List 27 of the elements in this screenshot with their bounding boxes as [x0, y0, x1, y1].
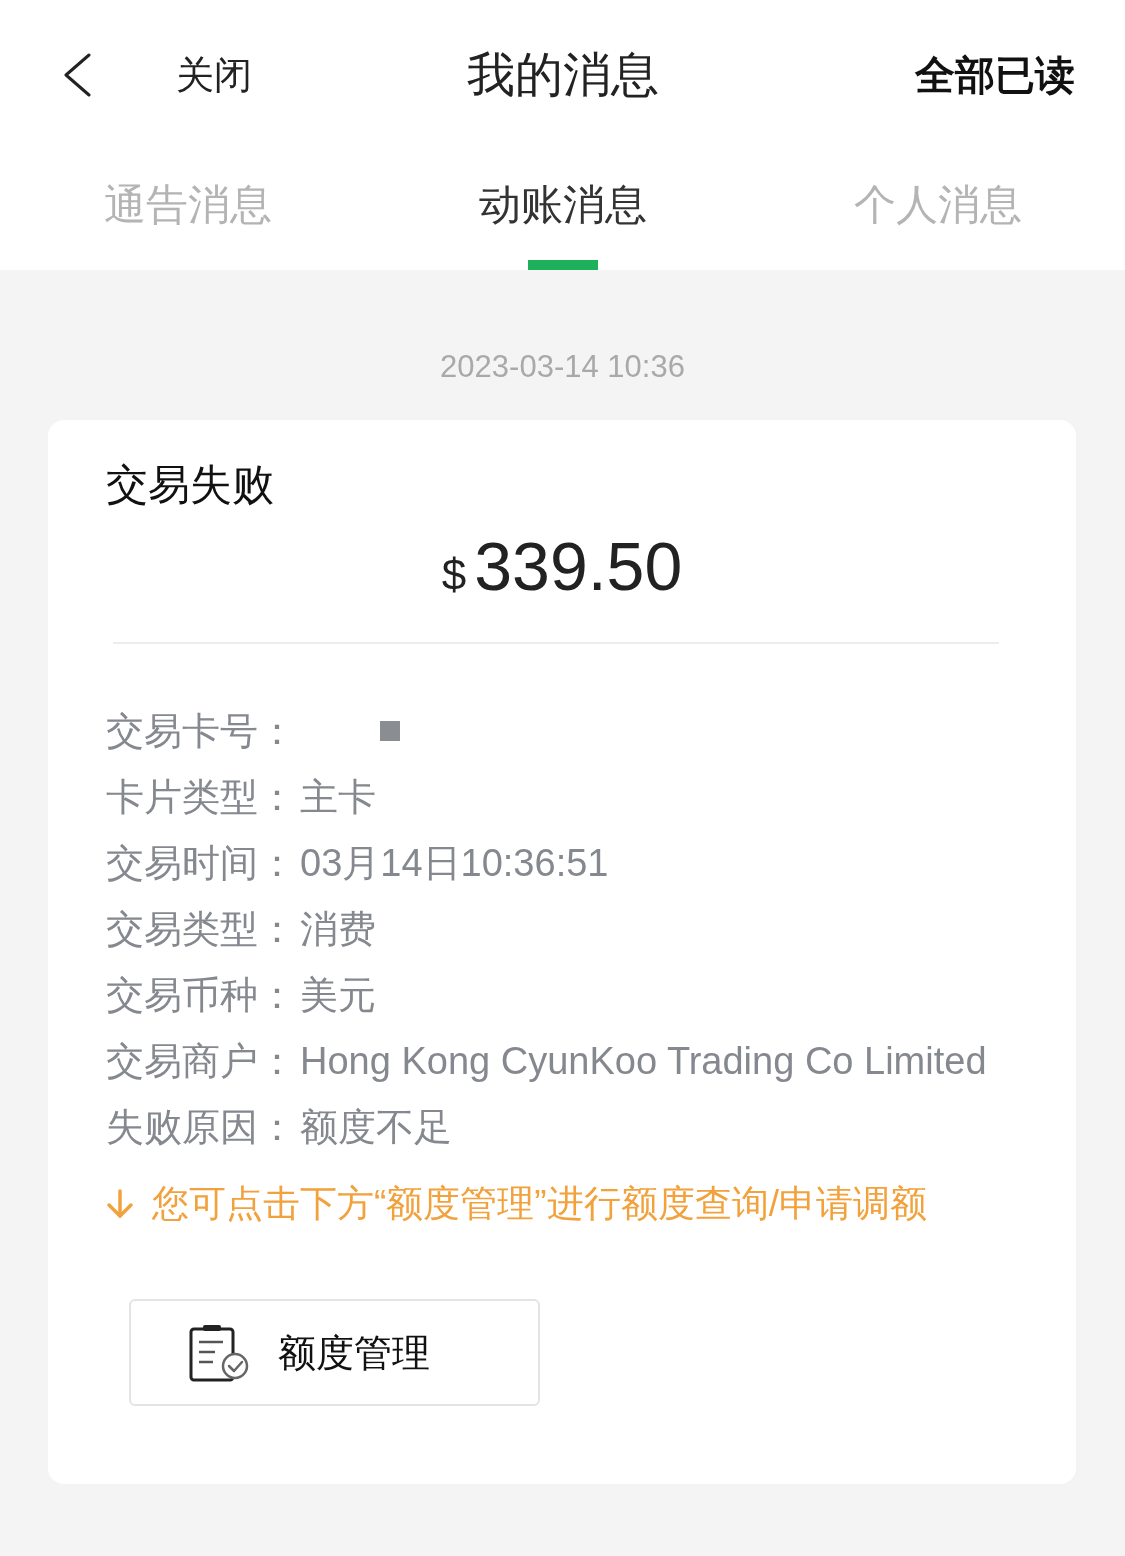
detail-value: 美元: [300, 972, 376, 1018]
clipboard-check-icon: [189, 1323, 249, 1382]
detail-label: 交易时间：: [106, 840, 297, 886]
detail-label: 交易卡号：: [106, 708, 297, 754]
card-title: 交易失败: [106, 460, 274, 510]
currency-symbol: $: [441, 549, 467, 601]
hint-text: 您可点击下方“额度管理”进行额度查询/申请调额: [152, 1182, 927, 1226]
arrow-down-icon: [106, 1189, 134, 1219]
detail-label: 失败原因：: [106, 1104, 297, 1150]
amount-value: 339.50: [474, 527, 683, 606]
close-button[interactable]: 关闭: [176, 52, 252, 98]
limit-management-button[interactable]: 额度管理: [129, 1299, 540, 1406]
tab[interactable]: 动账消息: [478, 180, 647, 230]
detail-label: 交易币种：: [106, 972, 297, 1018]
detail-value: 额度不足: [300, 1104, 452, 1150]
card-number-mask: [380, 721, 400, 741]
detail-value: 消费: [300, 906, 376, 952]
detail-label: 交易商户：: [106, 1038, 297, 1084]
back-icon[interactable]: [63, 53, 91, 97]
detail-value: 主卡: [300, 774, 376, 820]
message-timestamp: 2023-03-14 10:36: [440, 349, 685, 385]
page-title: 我的消息: [466, 47, 659, 103]
detail-value: 03月14日10:36:51: [300, 840, 609, 886]
detail-value: Hong Kong CyunKoo Trading Co Limited: [300, 1038, 987, 1084]
mark-all-read-button[interactable]: 全部已读: [915, 51, 1075, 99]
detail-label: 卡片类型：: [106, 774, 297, 820]
detail-label: 交易类型：: [106, 906, 297, 952]
